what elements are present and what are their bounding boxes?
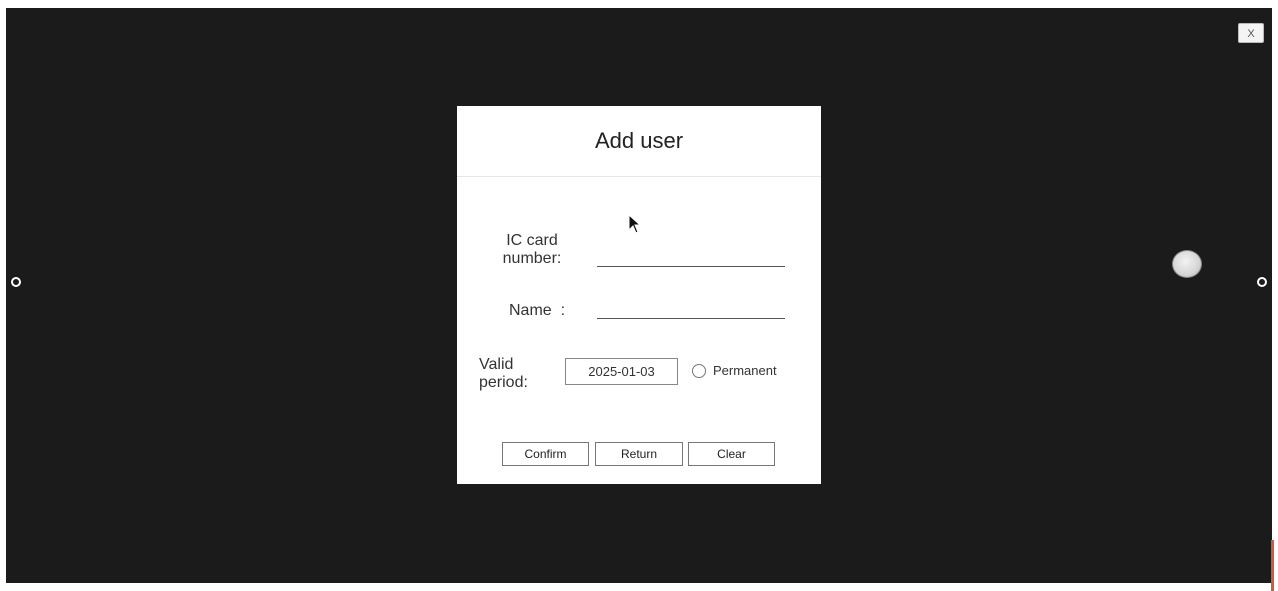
scroll-indicator — [1271, 540, 1274, 591]
add-user-dialog: Add user IC card number: Name : Valid pe… — [457, 106, 821, 484]
ic-card-number-label: IC card number: — [502, 232, 562, 267]
dialog-header: Add user — [457, 106, 821, 177]
ic-card-number-input[interactable] — [597, 246, 785, 267]
name-label: Name : — [509, 302, 566, 319]
right-edge-handle-icon[interactable] — [1256, 276, 1268, 288]
floating-assistive-ball-icon[interactable] — [1172, 250, 1202, 278]
valid-period-label: Valid period: — [479, 356, 528, 391]
close-button[interactable]: X — [1238, 23, 1264, 43]
permanent-option[interactable]: Permanent — [692, 363, 777, 378]
name-input[interactable] — [597, 298, 785, 319]
confirm-button[interactable]: Confirm — [502, 442, 589, 466]
valid-period-date-field[interactable]: 2025-01-03 — [565, 358, 678, 385]
dialog-title: Add user — [594, 128, 684, 153]
left-edge-handle-icon[interactable] — [10, 276, 22, 288]
clear-button[interactable]: Clear — [688, 442, 775, 466]
mouse-pointer-icon — [628, 214, 642, 234]
radio-icon[interactable] — [692, 363, 706, 378]
return-button[interactable]: Return — [595, 442, 683, 466]
permanent-label: Permanent — [713, 363, 777, 378]
